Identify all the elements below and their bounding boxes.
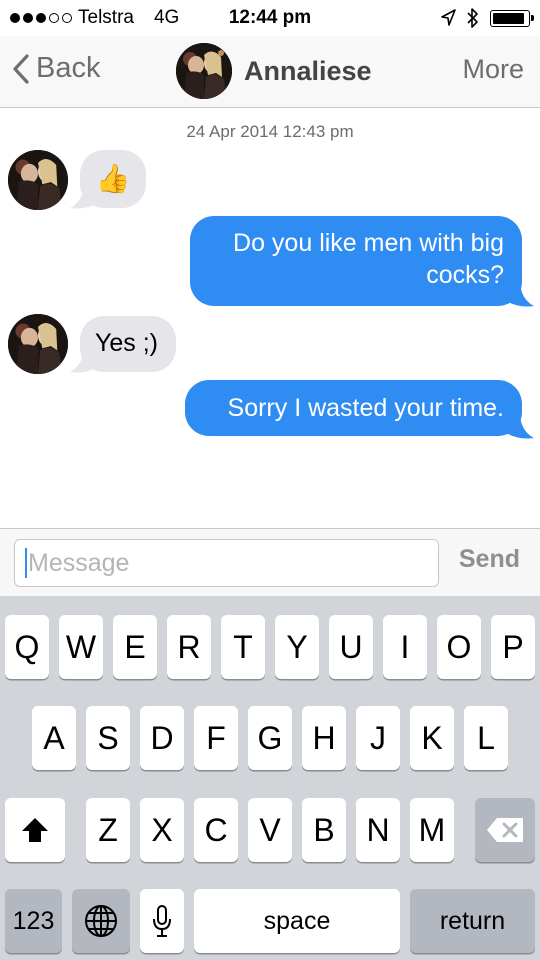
key-w[interactable]: W <box>59 615 103 679</box>
microphone-icon <box>153 905 171 937</box>
shift-icon <box>22 818 48 842</box>
send-button[interactable]: Send <box>459 545 520 574</box>
sender-avatar[interactable] <box>8 150 68 210</box>
message-thread[interactable]: 24 Apr 2014 12:43 pm 👍 Do you like men w… <box>0 108 540 528</box>
incoming-message-bubble[interactable]: 👍 <box>80 150 146 208</box>
message-text-line: Do you like men with big <box>233 229 504 257</box>
key-r[interactable]: R <box>167 615 211 679</box>
backspace-key[interactable] <box>475 798 535 862</box>
key-u[interactable]: U <box>329 615 373 679</box>
message-text-line: cocks? <box>426 261 504 289</box>
message-placeholder: Message <box>28 548 130 577</box>
key-m[interactable]: M <box>410 798 454 862</box>
dictation-key[interactable] <box>140 889 184 953</box>
back-button[interactable]: Back <box>12 52 100 85</box>
key-x[interactable]: X <box>140 798 184 862</box>
text-cursor <box>25 548 27 578</box>
space-key[interactable]: space <box>194 889 400 953</box>
key-o[interactable]: O <box>437 615 481 679</box>
key-j[interactable]: J <box>356 706 400 770</box>
navigation-bar: Back Annaliese More <box>0 36 540 108</box>
return-key[interactable]: return <box>410 889 535 953</box>
carrier-name: Telstra <box>78 7 134 28</box>
key-s[interactable]: S <box>86 706 130 770</box>
numbers-key[interactable]: 123 <box>5 889 62 953</box>
key-i[interactable]: I <box>383 615 427 679</box>
contact-header[interactable]: Annaliese <box>176 43 372 99</box>
key-f[interactable]: F <box>194 706 238 770</box>
status-bar: Telstra 4G 12:44 pm <box>0 0 540 36</box>
key-e[interactable]: E <box>113 615 157 679</box>
key-p[interactable]: P <box>491 615 535 679</box>
key-b[interactable]: B <box>302 798 346 862</box>
message-input[interactable]: Message <box>14 539 439 587</box>
key-g[interactable]: G <box>248 706 292 770</box>
sender-avatar[interactable] <box>8 314 68 374</box>
keyboard: Q W E R T Y U I O P A S D F G H J K L Z … <box>0 596 540 960</box>
key-z[interactable]: Z <box>86 798 130 862</box>
key-t[interactable]: T <box>221 615 265 679</box>
bluetooth-icon <box>467 8 478 28</box>
back-label: Back <box>36 52 101 84</box>
contact-name: Annaliese <box>244 55 372 86</box>
key-y[interactable]: Y <box>275 615 319 679</box>
signal-strength-icon <box>10 13 72 23</box>
conversation-timestamp: 24 Apr 2014 12:43 pm <box>186 122 354 141</box>
key-h[interactable]: H <box>302 706 346 770</box>
message-composer: Message Send <box>0 528 540 596</box>
location-arrow-icon <box>441 9 456 26</box>
contact-avatar[interactable] <box>176 43 232 99</box>
key-n[interactable]: N <box>356 798 400 862</box>
outgoing-message-bubble[interactable]: Sorry I wasted your time. <box>185 380 522 436</box>
globe-key[interactable] <box>72 889 130 953</box>
key-c[interactable]: C <box>194 798 238 862</box>
key-k[interactable]: K <box>410 706 454 770</box>
network-type: 4G <box>153 7 180 28</box>
battery-icon <box>490 9 534 27</box>
globe-icon <box>85 905 117 937</box>
status-right <box>440 7 534 29</box>
key-l[interactable]: L <box>464 706 508 770</box>
shift-key[interactable] <box>5 798 65 862</box>
key-d[interactable]: D <box>140 706 184 770</box>
back-chevron-icon <box>13 53 29 84</box>
key-q[interactable]: Q <box>5 615 49 679</box>
key-a[interactable]: A <box>32 706 76 770</box>
status-left: Telstra 4G <box>10 7 179 29</box>
backspace-icon <box>487 818 523 842</box>
incoming-message-bubble[interactable]: Yes ;) <box>80 316 176 372</box>
outgoing-message-bubble[interactable]: Do you like men with big cocks? <box>190 216 522 306</box>
more-button[interactable]: More <box>462 54 524 85</box>
key-v[interactable]: V <box>248 798 292 862</box>
